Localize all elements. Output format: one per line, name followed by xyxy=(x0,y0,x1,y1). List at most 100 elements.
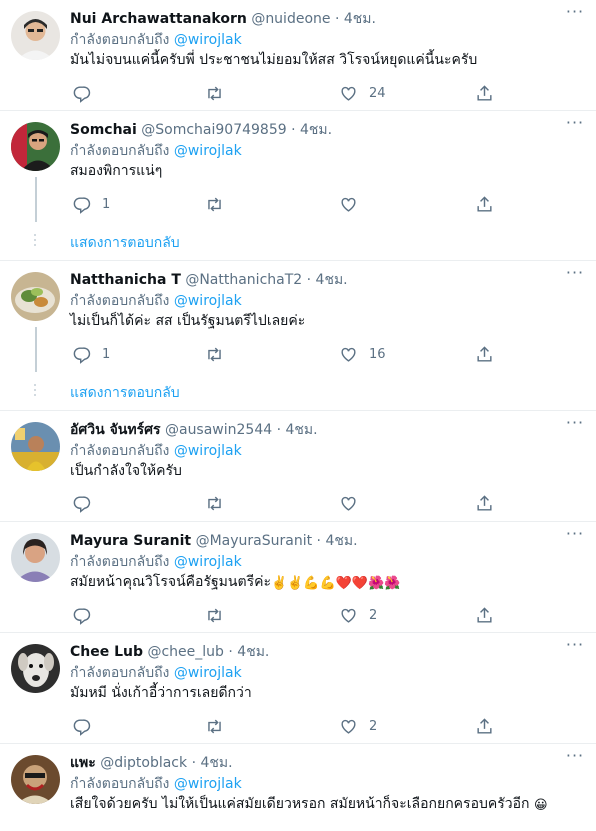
timestamp[interactable]: 4ชม. xyxy=(200,755,232,771)
like-count: 2 xyxy=(369,718,378,734)
like-button[interactable]: 24 xyxy=(339,81,386,105)
share-button[interactable] xyxy=(475,81,494,105)
user-handle[interactable]: @chee_lub xyxy=(147,644,223,660)
share-icon xyxy=(477,195,492,212)
like-button[interactable]: 16 xyxy=(339,342,386,366)
like-count: 2 xyxy=(369,607,378,623)
timestamp[interactable]: 4ชม. xyxy=(237,644,269,660)
user-handle[interactable]: @NatthanichaT2 xyxy=(185,272,302,288)
timestamp[interactable]: 4ชม. xyxy=(286,422,318,438)
mention-link[interactable]: @wirojlak xyxy=(174,554,242,570)
more-options-icon[interactable]: ··· xyxy=(560,635,590,655)
reply-prefix: กำลังตอบกลับถึง xyxy=(70,443,170,459)
display-name[interactable]: แพะ xyxy=(70,755,96,771)
more-options-icon[interactable]: ··· xyxy=(560,263,590,283)
like-button[interactable]: 2 xyxy=(339,714,377,738)
mention-link[interactable]: @wirojlak xyxy=(174,665,242,681)
timestamp[interactable]: 4ชม. xyxy=(300,122,332,138)
avatar[interactable] xyxy=(11,11,60,60)
tweet-header: Natthanicha T @NatthanichaT2 · 4ชม. xyxy=(70,272,348,288)
tweet[interactable]: Somchai @Somchai90749859 · 4ชม. กำลังตอบ… xyxy=(0,111,596,261)
show-replies-row[interactable]: แสดงการตอบกลับ xyxy=(0,372,596,416)
user-handle[interactable]: @Somchai90749859 xyxy=(141,122,286,138)
reply-button[interactable] xyxy=(72,714,102,738)
like-count: 24 xyxy=(369,85,386,101)
retweet-button[interactable] xyxy=(205,714,224,738)
avatar[interactable] xyxy=(11,755,60,804)
timestamp[interactable]: 4ชม. xyxy=(344,11,376,27)
tweet[interactable]: แพะ @diptoblack · 4ชม. กำลังตอบกลับถึง @… xyxy=(0,744,596,831)
show-replies-link[interactable]: แสดงการตอบกลับ xyxy=(70,383,180,403)
share-button[interactable] xyxy=(475,342,494,366)
reply-button[interactable]: 1 xyxy=(72,342,110,366)
reply-icon xyxy=(73,495,91,513)
retweet-icon xyxy=(208,347,221,361)
like-button[interactable]: 2 xyxy=(339,603,377,627)
reply-button[interactable] xyxy=(72,603,102,627)
tweet[interactable]: Mayura Suranit @MayuraSuranit · 4ชม. กำล… xyxy=(0,522,596,633)
tweet-actions: 2 xyxy=(62,714,532,738)
user-handle[interactable]: @nuideone xyxy=(251,11,330,27)
thread-dots xyxy=(33,234,37,249)
avatar[interactable] xyxy=(11,422,60,471)
retweet-button[interactable] xyxy=(205,603,224,627)
user-handle[interactable]: @ausawin2544 xyxy=(165,422,272,438)
reply-button[interactable]: 1 xyxy=(72,192,110,216)
like-count: 16 xyxy=(369,346,386,362)
retweet-button[interactable] xyxy=(205,491,224,515)
reply-icon xyxy=(73,607,91,625)
show-replies-row[interactable]: แสดงการตอบกลับ xyxy=(0,222,596,266)
reply-prefix: กำลังตอบกลับถึง xyxy=(70,293,170,309)
like-button[interactable] xyxy=(339,192,369,216)
display-name[interactable]: Somchai xyxy=(70,122,137,138)
retweet-button[interactable] xyxy=(205,192,224,216)
more-options-icon[interactable]: ··· xyxy=(560,413,590,433)
tweet-header: Somchai @Somchai90749859 · 4ชม. xyxy=(70,122,333,138)
display-name[interactable]: อัศวิน จันทร์ศร xyxy=(70,422,161,438)
reply-count: 1 xyxy=(102,196,111,212)
reply-button[interactable] xyxy=(72,491,102,515)
avatar[interactable] xyxy=(11,644,60,693)
tweet[interactable]: Nui Archawattanakorn @nuideone · 4ชม. กำ… xyxy=(0,0,596,111)
tweet[interactable]: Chee Lub @chee_lub · 4ชม. กำลังตอบกลับถึ… xyxy=(0,633,596,744)
share-button[interactable] xyxy=(475,192,494,216)
tweet-text: มันไม่จบนแค่นี้ครับพี่ ประชาชนไม่ยอมให้ส… xyxy=(70,52,478,68)
share-icon xyxy=(477,84,492,101)
display-name[interactable]: Mayura Suranit xyxy=(70,533,191,549)
more-options-icon[interactable]: ··· xyxy=(560,113,590,133)
more-options-icon[interactable]: ··· xyxy=(560,524,590,544)
more-options-icon[interactable]: ··· xyxy=(560,746,590,766)
thread-line xyxy=(35,327,37,372)
reply-button[interactable] xyxy=(72,81,102,105)
reply-to-line: กำลังตอบกลับถึง @wirojlak xyxy=(70,774,584,794)
retweet-icon xyxy=(208,86,221,100)
retweet-button[interactable] xyxy=(205,81,224,105)
like-button[interactable] xyxy=(339,491,369,515)
tweet-actions: 24 xyxy=(62,81,532,105)
share-button[interactable] xyxy=(475,714,494,738)
share-button[interactable] xyxy=(475,491,494,515)
show-replies-link[interactable]: แสดงการตอบกลับ xyxy=(70,233,180,253)
display-name[interactable]: Natthanicha T xyxy=(70,272,181,288)
share-button[interactable] xyxy=(475,603,494,627)
avatar[interactable] xyxy=(11,272,60,321)
mention-link[interactable]: @wirojlak xyxy=(174,443,242,459)
share-icon xyxy=(477,606,492,623)
mention-link[interactable]: @wirojlak xyxy=(174,293,242,309)
display-name[interactable]: Nui Archawattanakorn xyxy=(70,11,247,27)
tweet[interactable]: Natthanicha T @NatthanichaT2 · 4ชม. กำลั… xyxy=(0,261,596,411)
mention-link[interactable]: @wirojlak xyxy=(174,143,242,159)
user-handle[interactable]: @diptoblack xyxy=(100,755,187,771)
user-handle[interactable]: @MayuraSuranit xyxy=(196,533,313,549)
mention-link[interactable]: @wirojlak xyxy=(174,776,242,792)
retweet-button[interactable] xyxy=(205,342,224,366)
timestamp[interactable]: 4ชม. xyxy=(325,533,357,549)
tweet-actions: 2 xyxy=(62,603,532,627)
avatar[interactable] xyxy=(11,533,60,582)
tweet[interactable]: อัศวิน จันทร์ศร @ausawin2544 · 4ชม. กำลั… xyxy=(0,411,596,522)
timestamp[interactable]: 4ชม. xyxy=(316,272,348,288)
display-name[interactable]: Chee Lub xyxy=(70,644,143,660)
more-options-icon[interactable]: ··· xyxy=(560,2,590,22)
mention-link[interactable]: @wirojlak xyxy=(174,32,242,48)
avatar[interactable] xyxy=(11,122,60,171)
